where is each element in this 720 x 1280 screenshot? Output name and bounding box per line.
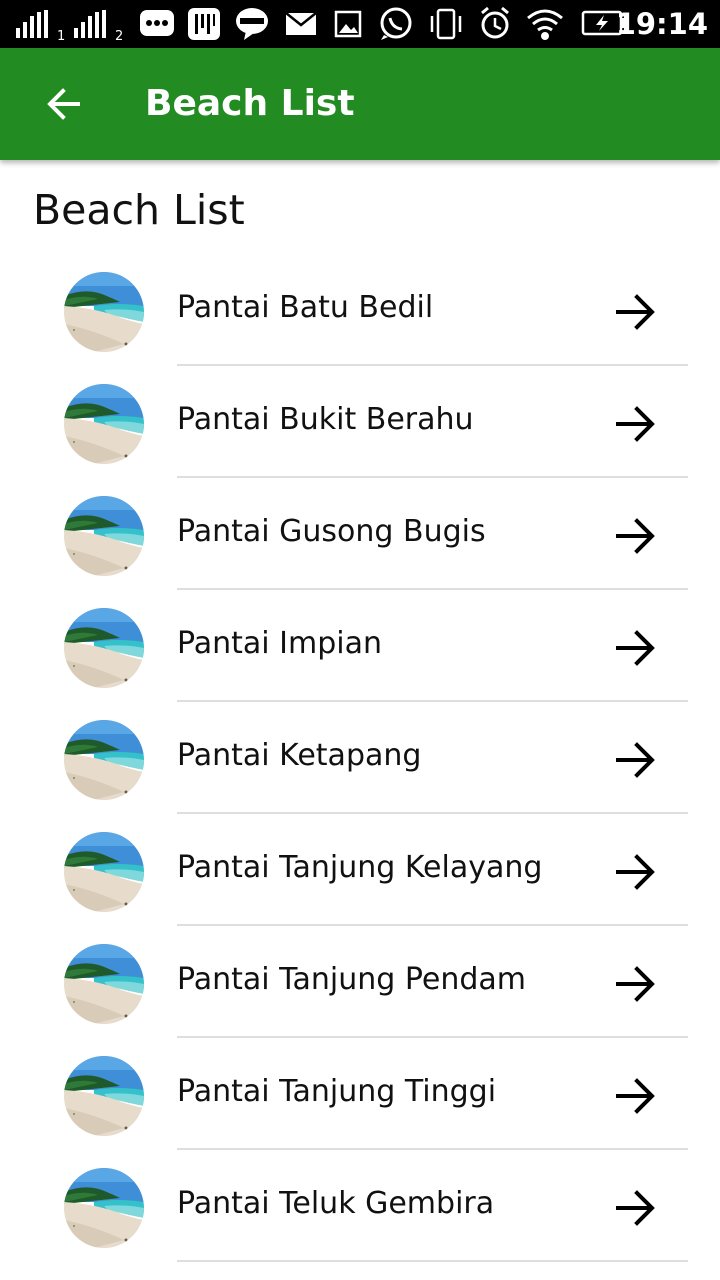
sim2-label: 2: [115, 29, 123, 44]
beach-name: Pantai Batu Bedil: [177, 290, 434, 325]
beach-name: Pantai Tanjung Kelayang: [177, 850, 543, 885]
beach-name: Pantai Tanjung Pendam: [177, 962, 526, 997]
open-beach-button[interactable]: [608, 844, 664, 900]
arrow-right-icon: [616, 406, 655, 442]
chat-bubble-icon: [140, 10, 174, 36]
app-bar-title: Beach List: [145, 83, 355, 124]
signal-sim1-icon: [16, 10, 48, 38]
arrow-right-icon: [616, 742, 655, 778]
signal-sim2-icon: [74, 10, 106, 38]
beach-thumbnail: [64, 1056, 144, 1136]
arrow-left-icon: [47, 88, 80, 120]
beach-name: Pantai Impian: [177, 626, 383, 661]
open-beach-button[interactable]: [608, 508, 664, 564]
beach-name: Pantai Ketapang: [177, 738, 422, 773]
open-beach-button[interactable]: [608, 1068, 664, 1124]
list-item[interactable]: Pantai Batu Bedil: [0, 254, 720, 366]
app-bar: Beach List: [0, 48, 720, 160]
arrow-right-icon: [616, 854, 655, 890]
list-item[interactable]: Pantai Ketapang: [0, 702, 720, 814]
beach-thumbnail: [64, 496, 144, 576]
list-item[interactable]: Pantai Tanjung Tinggi: [0, 1038, 720, 1150]
vibrate-icon: [430, 8, 462, 40]
beach-thumbnail: [64, 720, 144, 800]
mail-icon: [285, 12, 317, 35]
status-bar: 1 2 19:14: [0, 0, 720, 48]
arrow-right-icon: [616, 966, 655, 1002]
sim1-label: 1: [57, 29, 65, 44]
status-clock: 19:14: [615, 7, 708, 41]
beach-thumbnail: [64, 832, 144, 912]
beach-thumbnail: [64, 944, 144, 1024]
open-beach-button[interactable]: [608, 396, 664, 452]
beach-thumbnail: [64, 608, 144, 688]
beach-thumbnail: [64, 272, 144, 352]
arrow-right-icon: [616, 1190, 655, 1226]
beach-thumbnail: [64, 1168, 144, 1248]
back-button[interactable]: [32, 72, 96, 136]
open-beach-button[interactable]: [608, 284, 664, 340]
line-icon: [236, 8, 268, 40]
beach-name: Pantai Bukit Berahu: [177, 402, 474, 437]
beach-thumbnail: [64, 384, 144, 464]
arrow-right-icon: [616, 1078, 655, 1114]
open-beach-button[interactable]: [608, 732, 664, 788]
list-item[interactable]: Pantai Bukit Berahu: [0, 366, 720, 478]
arrow-right-icon: [616, 518, 655, 554]
open-beach-button[interactable]: [608, 1180, 664, 1236]
list-item[interactable]: Pantai Tanjung Pendam: [0, 926, 720, 1038]
arrow-right-icon: [616, 630, 655, 666]
list-item[interactable]: Pantai Gusong Bugis: [0, 478, 720, 590]
wifi-icon: [527, 9, 563, 40]
arrow-right-icon: [616, 294, 655, 330]
beach-list: Pantai Batu Bedil Pantai Bukit Berahu Pa…: [0, 254, 720, 1262]
beach-name: Pantai Teluk Gembira: [177, 1186, 495, 1221]
list-item[interactable]: Pantai Teluk Gembira: [0, 1150, 720, 1262]
beach-name: Pantai Tanjung Tinggi: [177, 1074, 497, 1109]
app-icon: [188, 8, 220, 40]
divider: [177, 1260, 688, 1262]
beach-name: Pantai Gusong Bugis: [177, 514, 486, 549]
whatsapp-icon: [380, 7, 412, 40]
page-title: Beach List: [33, 186, 245, 234]
open-beach-button[interactable]: [608, 620, 664, 676]
list-item[interactable]: Pantai Impian: [0, 590, 720, 702]
open-beach-button[interactable]: [608, 956, 664, 1012]
image-icon: [334, 10, 362, 38]
list-item[interactable]: Pantai Tanjung Kelayang: [0, 814, 720, 926]
alarm-icon: [481, 6, 509, 39]
